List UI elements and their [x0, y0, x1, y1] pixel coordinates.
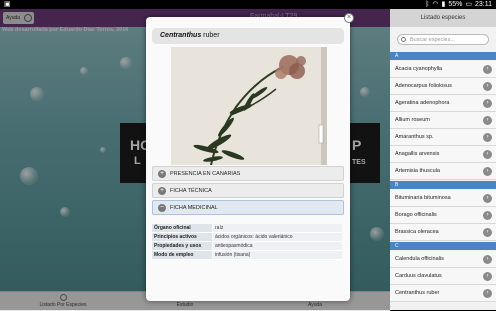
row-value: infusión (tisana)	[213, 251, 342, 259]
bluetooth-icon: ᛒ	[425, 1, 430, 8]
close-icon: ×	[346, 14, 352, 21]
accordion-label: PRESENCIA EN CANARIAS	[170, 171, 241, 177]
species-list-item[interactable]: Brassica oleracea ›	[390, 224, 496, 241]
species-list-item[interactable]: Adenocarpus foliolosus ›	[390, 78, 496, 95]
row-key: Principios activos	[152, 233, 212, 241]
species-list-item[interactable]: Anagallis arvensis ›	[390, 146, 496, 163]
species-detail-modal: Centranthus ruber + PRESENCIA EN CANARIA…	[146, 17, 350, 301]
species-name: Calendula officinalis	[395, 256, 444, 262]
accordion-ficha-tecnica[interactable]: + FICHA TÉCNICA	[152, 183, 344, 198]
chevron-right-icon: ›	[483, 211, 492, 220]
section-header-b: B	[390, 181, 496, 189]
accordion-presencia[interactable]: + PRESENCIA EN CANARIAS	[152, 166, 344, 181]
chevron-right-icon: ›	[483, 289, 492, 298]
species-name: Allium roseum	[395, 117, 430, 123]
row-value: ácidos orgánicos: ácido valeriánico	[213, 233, 342, 241]
species-list-item[interactable]: Amaranthus sp. ›	[390, 129, 496, 146]
section-header-a: A	[390, 52, 496, 60]
species-list-item[interactable]: Carduus clavulatus ›	[390, 268, 496, 285]
species-name: Amaranthus sp.	[395, 134, 434, 140]
row-value: raíz	[213, 224, 342, 232]
plus-icon: +	[158, 187, 166, 195]
status-bar: ▣ ᛒ ◠ ▮ 55% ▭ 23:11	[0, 0, 496, 9]
table-row: Modo de empleo infusión (tisana)	[152, 251, 342, 260]
accordion-label: FICHA TÉCNICA	[170, 188, 212, 194]
species-name: Bituminaria bituminosa	[395, 195, 451, 201]
row-value: antiespasmódica	[213, 242, 342, 250]
close-button[interactable]: ×	[344, 13, 354, 23]
accordion-ficha-medicinal[interactable]: − FICHA MEDICINAL	[152, 200, 344, 215]
species-name: Adenocarpus foliolosus	[395, 83, 452, 89]
species-name: Ageratina adenophora	[395, 100, 450, 106]
species-list-item[interactable]: Calendula officinalis ›	[390, 251, 496, 268]
accordion-label: FICHA MEDICINAL	[170, 205, 218, 211]
species-list-item[interactable]: Ageratina adenophora ›	[390, 95, 496, 112]
species-name: Artemisia thuscula	[395, 168, 440, 174]
species-list-item[interactable]: Acacia cyanophylla ›	[390, 61, 496, 78]
chevron-right-icon: ›	[483, 272, 492, 281]
chevron-right-icon: ›	[483, 167, 492, 176]
chevron-right-icon: ›	[483, 99, 492, 108]
clock: 23:11	[475, 1, 492, 8]
table-row: Propiedades y usos antiespasmódica	[152, 242, 342, 251]
species-name: Carduus clavulatus	[395, 273, 442, 279]
chevron-right-icon: ›	[483, 194, 492, 203]
chevron-right-icon: ›	[483, 150, 492, 159]
species-title: Centranthus ruber	[152, 28, 344, 44]
section-header-c: C	[390, 242, 496, 250]
species-epithet: ruber	[201, 32, 220, 39]
table-row: Órgano oficinal raíz	[152, 224, 342, 233]
chevron-right-icon: ›	[483, 116, 492, 125]
specimen-photo	[171, 47, 327, 165]
minus-icon: −	[158, 204, 166, 212]
species-name: Anagallis arvensis	[395, 151, 440, 157]
species-name: Brassica oleracea	[395, 229, 439, 235]
species-list-item[interactable]: Bituminaria bituminosa ›	[390, 190, 496, 207]
signal-icon: ▮	[441, 1, 446, 8]
species-name: Borago officinalis	[395, 212, 437, 218]
chevron-right-icon: ›	[483, 255, 492, 264]
species-list-item[interactable]: Borago officinalis ›	[390, 207, 496, 224]
chevron-right-icon: ›	[483, 133, 492, 142]
species-genus: Centranthus	[160, 32, 202, 39]
species-name: Acacia cyanophylla	[395, 66, 443, 72]
chevron-right-icon: ›	[483, 228, 492, 237]
wifi-icon: ◠	[432, 1, 439, 8]
search-placeholder: Buscar especies...	[410, 37, 455, 43]
row-key: Órgano oficinal	[152, 224, 212, 232]
row-key: Modo de empleo	[152, 251, 212, 259]
medicinal-table: Órgano oficinal raíz Principios activos …	[152, 224, 342, 260]
species-list-item[interactable]: Centranthus ruber ›	[390, 285, 496, 302]
screenshot-icon: ▣	[4, 1, 11, 8]
table-row: Principios activos ácidos orgánicos: áci…	[152, 233, 342, 242]
species-list-item[interactable]: Allium roseum ›	[390, 112, 496, 129]
row-key: Propiedades y usos	[152, 242, 212, 250]
herbarium-image	[171, 47, 327, 165]
species-list-item[interactable]: Artemisia thuscula ›	[390, 163, 496, 180]
species-panel-header: Listado especies	[390, 9, 496, 27]
species-panel: Listado especies Buscar especies... A Ac…	[390, 9, 496, 310]
search-icon	[401, 37, 406, 42]
species-search-input[interactable]: Buscar especies...	[397, 34, 489, 45]
species-name: Centranthus ruber	[395, 290, 440, 296]
plus-icon: +	[158, 170, 166, 178]
battery-icon: ▭	[465, 1, 472, 8]
chevron-right-icon: ›	[483, 82, 492, 91]
battery-percent: 55%	[448, 1, 463, 8]
chevron-right-icon: ›	[483, 65, 492, 74]
